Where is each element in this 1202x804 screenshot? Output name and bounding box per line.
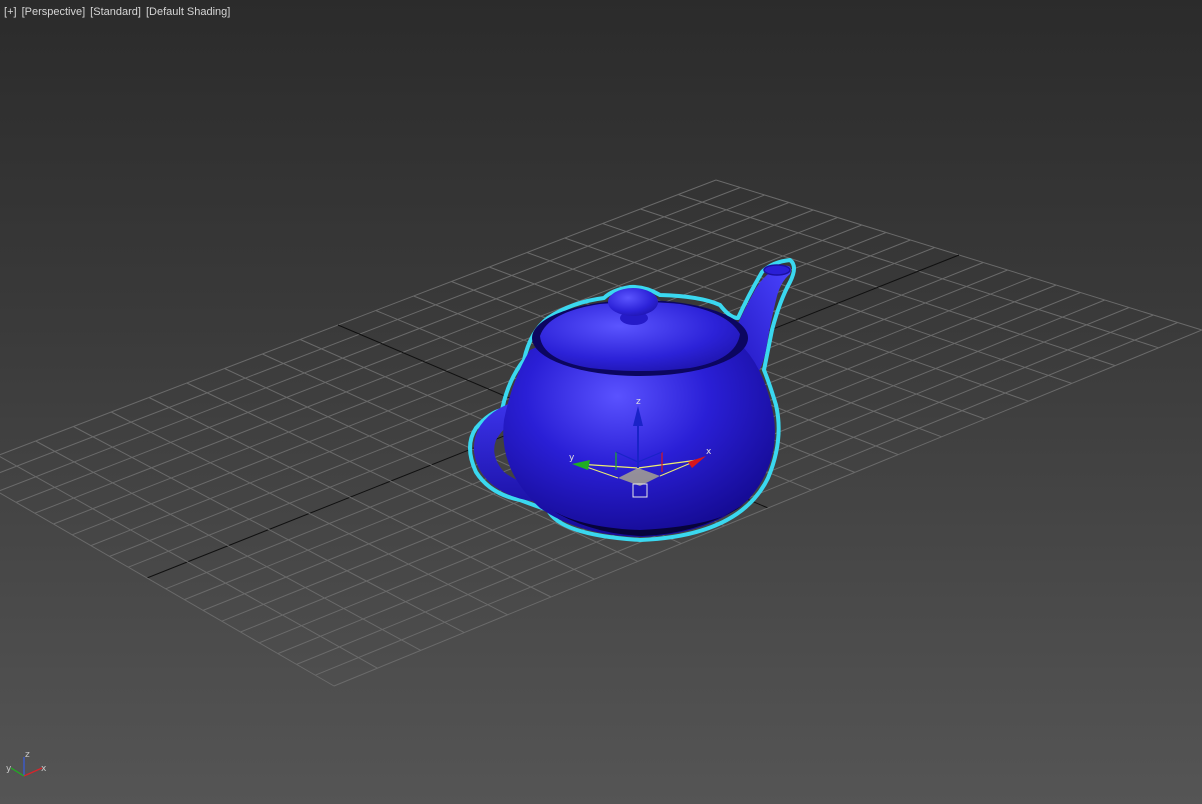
teapot-spout-tip — [763, 264, 791, 276]
gizmo-y-label: y — [569, 453, 575, 463]
scene-canvas[interactable]: z x y z x y — [0, 0, 1202, 804]
tripod-x-axis — [23, 767, 43, 777]
perspective-viewport[interactable]: [+] [Perspective] [Standard] [Default Shadi… — [0, 0, 1202, 804]
gizmo-z-label: z — [636, 397, 641, 407]
tripod-y-axis — [10, 767, 25, 777]
teapot-lid-knob — [608, 288, 658, 316]
gizmo-x-label: x — [706, 447, 712, 457]
teapot-object[interactable] — [468, 258, 796, 542]
tripod-z-label: z — [25, 750, 30, 760]
tripod-y-label: y — [6, 764, 12, 774]
axis-tripod: z x y — [6, 750, 47, 777]
tripod-x-label: x — [41, 764, 47, 774]
